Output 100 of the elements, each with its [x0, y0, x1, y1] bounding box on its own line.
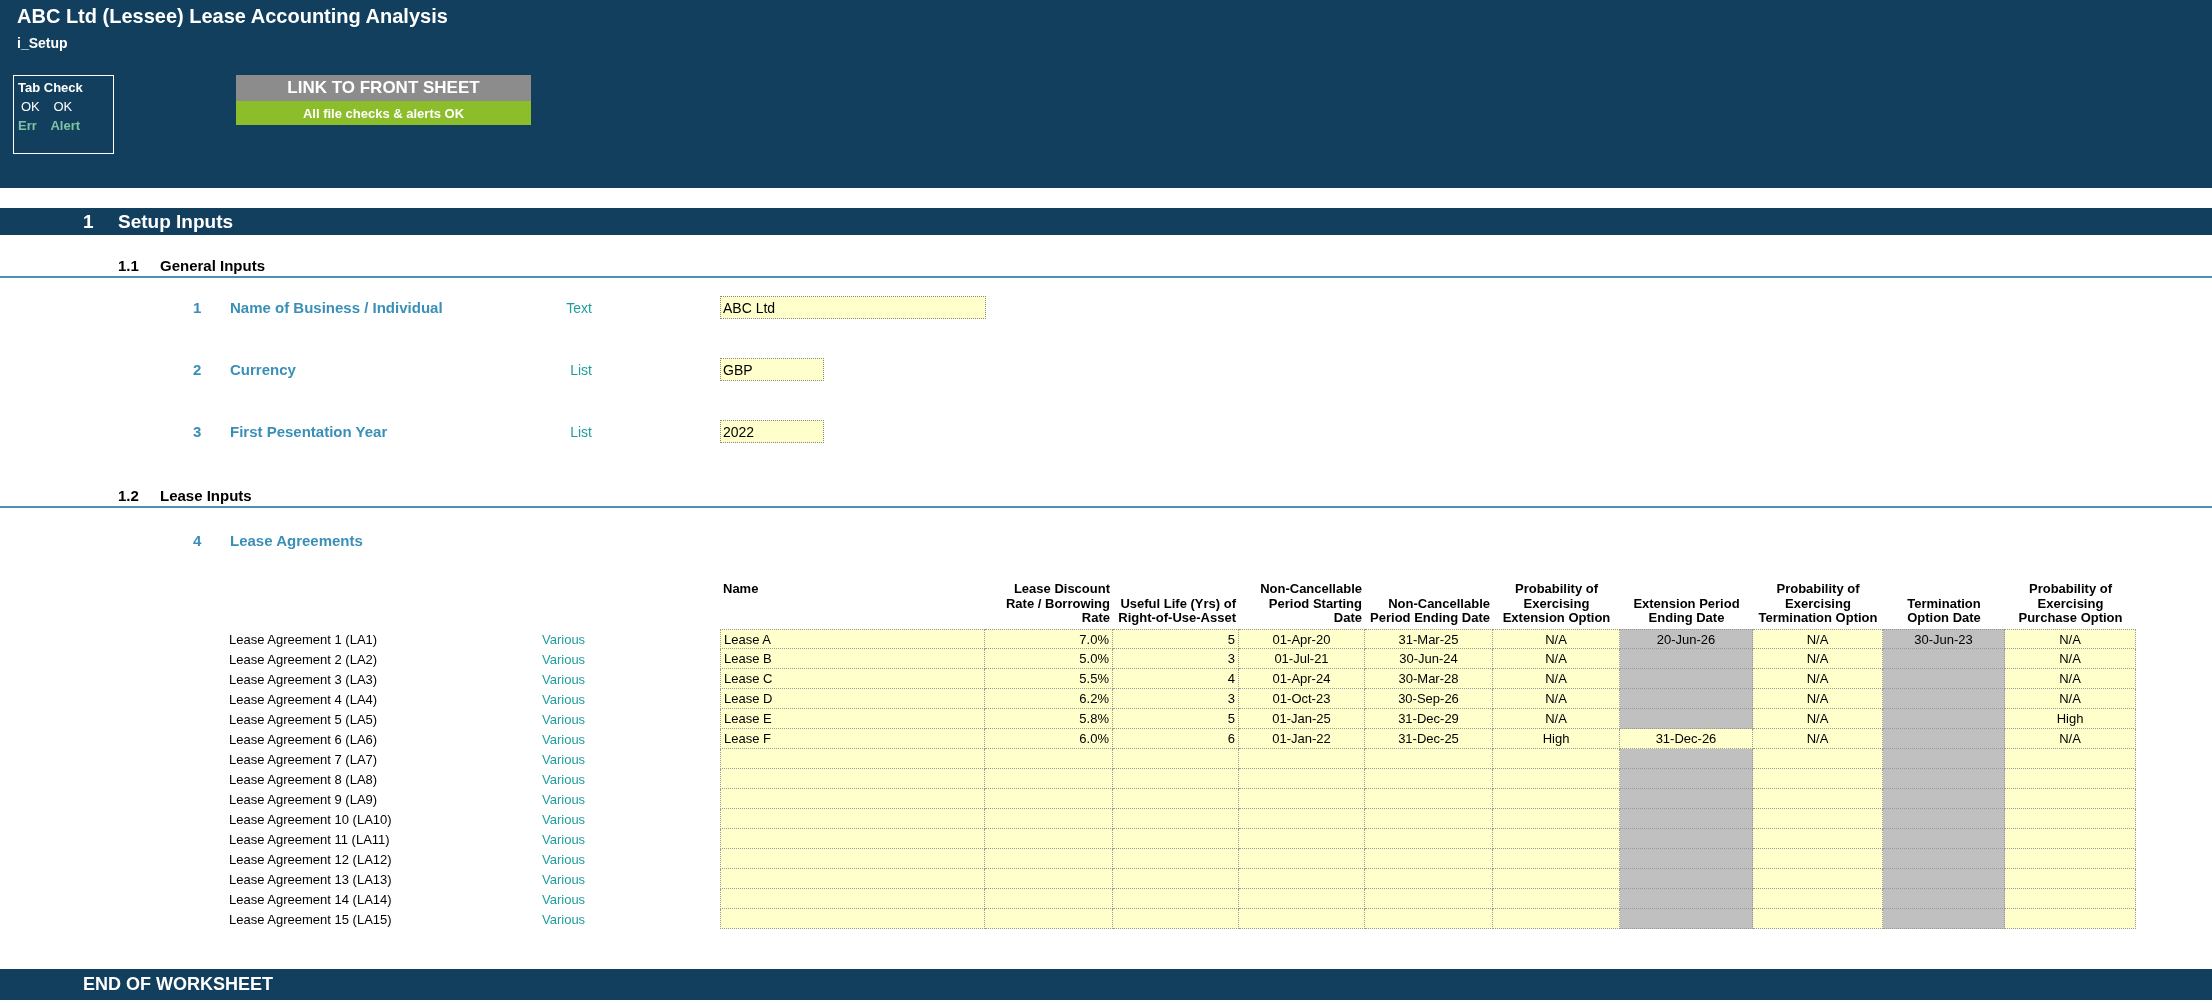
table-cell[interactable] [1239, 809, 1365, 829]
table-cell[interactable] [1493, 769, 1620, 789]
table-cell[interactable] [1493, 909, 1620, 929]
table-cell[interactable]: 5.5% [985, 669, 1113, 689]
table-cell[interactable] [1365, 909, 1493, 929]
table-cell[interactable]: N/A [2005, 649, 2136, 669]
table-cell[interactable] [1239, 789, 1365, 809]
table-cell[interactable]: 31-Dec-29 [1365, 709, 1493, 729]
table-cell[interactable] [1753, 749, 1883, 769]
table-cell[interactable]: 01-Jan-25 [1239, 709, 1365, 729]
table-cell[interactable]: High [1493, 729, 1620, 749]
table-cell[interactable] [1753, 849, 1883, 869]
table-cell[interactable] [985, 869, 1113, 889]
table-cell[interactable] [1113, 909, 1239, 929]
table-cell[interactable]: 01-Jan-22 [1239, 729, 1365, 749]
table-cell[interactable] [1753, 869, 1883, 889]
table-cell[interactable] [720, 749, 985, 769]
table-cell[interactable] [1365, 869, 1493, 889]
table-cell[interactable] [1239, 749, 1365, 769]
table-cell[interactable] [720, 909, 985, 929]
table-cell[interactable] [1753, 909, 1883, 929]
table-cell[interactable] [1113, 749, 1239, 769]
table-cell[interactable]: Lease B [720, 649, 985, 669]
table-cell[interactable]: 01-Apr-20 [1239, 629, 1365, 649]
table-cell[interactable] [985, 829, 1113, 849]
table-cell[interactable] [1493, 889, 1620, 909]
table-cell[interactable] [1753, 789, 1883, 809]
table-cell[interactable] [1365, 849, 1493, 869]
table-cell[interactable] [1493, 829, 1620, 849]
table-cell[interactable]: N/A [1493, 709, 1620, 729]
table-cell[interactable] [2005, 749, 2136, 769]
table-cell[interactable] [720, 889, 985, 909]
table-cell[interactable]: Lease D [720, 689, 985, 709]
table-cell[interactable] [2005, 769, 2136, 789]
table-cell[interactable] [985, 789, 1113, 809]
table-cell[interactable] [1753, 809, 1883, 829]
table-cell[interactable]: N/A [2005, 629, 2136, 649]
table-cell[interactable] [720, 829, 985, 849]
table-cell[interactable]: N/A [2005, 689, 2136, 709]
input-field[interactable]: ABC Ltd [720, 296, 986, 319]
table-cell[interactable]: 3 [1113, 649, 1239, 669]
table-cell[interactable] [2005, 829, 2136, 849]
table-cell[interactable]: Lease C [720, 669, 985, 689]
table-cell[interactable]: 01-Apr-24 [1239, 669, 1365, 689]
table-cell[interactable] [1113, 889, 1239, 909]
table-cell[interactable]: 6 [1113, 729, 1239, 749]
table-cell[interactable]: N/A [1753, 649, 1883, 669]
table-cell[interactable]: 31-Dec-26 [1620, 729, 1753, 749]
input-field[interactable]: GBP [720, 358, 824, 381]
table-cell[interactable] [1239, 909, 1365, 929]
table-cell[interactable]: 31-Mar-25 [1365, 629, 1493, 649]
table-cell[interactable] [720, 769, 985, 789]
table-cell[interactable] [720, 869, 985, 889]
table-cell[interactable] [985, 769, 1113, 789]
table-cell[interactable] [1493, 809, 1620, 829]
table-cell[interactable]: 5 [1113, 709, 1239, 729]
table-cell[interactable] [2005, 869, 2136, 889]
input-field[interactable]: 2022 [720, 420, 824, 443]
table-cell[interactable]: 30-Jun-24 [1365, 649, 1493, 669]
table-cell[interactable]: 4 [1113, 669, 1239, 689]
table-cell[interactable] [2005, 789, 2136, 809]
table-cell[interactable]: High [2005, 709, 2136, 729]
table-cell[interactable] [1239, 889, 1365, 909]
table-cell[interactable] [985, 809, 1113, 829]
table-cell[interactable] [1365, 889, 1493, 909]
table-cell[interactable]: N/A [1493, 649, 1620, 669]
table-cell[interactable] [1365, 809, 1493, 829]
table-cell[interactable]: 30-Sep-26 [1365, 689, 1493, 709]
table-cell[interactable]: N/A [1493, 669, 1620, 689]
table-cell[interactable]: N/A [1493, 629, 1620, 649]
table-cell[interactable] [1113, 789, 1239, 809]
table-cell[interactable]: 6.2% [985, 689, 1113, 709]
table-cell[interactable] [1113, 809, 1239, 829]
table-cell[interactable] [985, 749, 1113, 769]
table-cell[interactable] [1753, 829, 1883, 849]
table-cell[interactable]: 30-Mar-28 [1365, 669, 1493, 689]
table-cell[interactable]: 01-Jul-21 [1239, 649, 1365, 669]
table-cell[interactable] [1753, 889, 1883, 909]
table-cell[interactable] [1493, 849, 1620, 869]
table-cell[interactable] [985, 849, 1113, 869]
table-cell[interactable]: 6.0% [985, 729, 1113, 749]
table-cell[interactable] [1113, 769, 1239, 789]
table-cell[interactable] [720, 849, 985, 869]
table-cell[interactable]: 31-Dec-25 [1365, 729, 1493, 749]
table-cell[interactable] [1239, 769, 1365, 789]
table-cell[interactable] [1365, 749, 1493, 769]
table-cell[interactable] [1493, 869, 1620, 889]
table-cell[interactable] [1239, 849, 1365, 869]
table-cell[interactable] [2005, 809, 2136, 829]
table-cell[interactable]: 5 [1113, 629, 1239, 649]
table-cell[interactable] [720, 789, 985, 809]
table-cell[interactable] [2005, 849, 2136, 869]
table-cell[interactable] [720, 809, 985, 829]
table-cell[interactable]: N/A [1493, 689, 1620, 709]
table-cell[interactable] [2005, 909, 2136, 929]
table-cell[interactable]: Lease F [720, 729, 985, 749]
table-cell[interactable] [1239, 829, 1365, 849]
table-cell[interactable] [1365, 789, 1493, 809]
table-cell[interactable] [1113, 849, 1239, 869]
table-cell[interactable]: 5.0% [985, 649, 1113, 669]
